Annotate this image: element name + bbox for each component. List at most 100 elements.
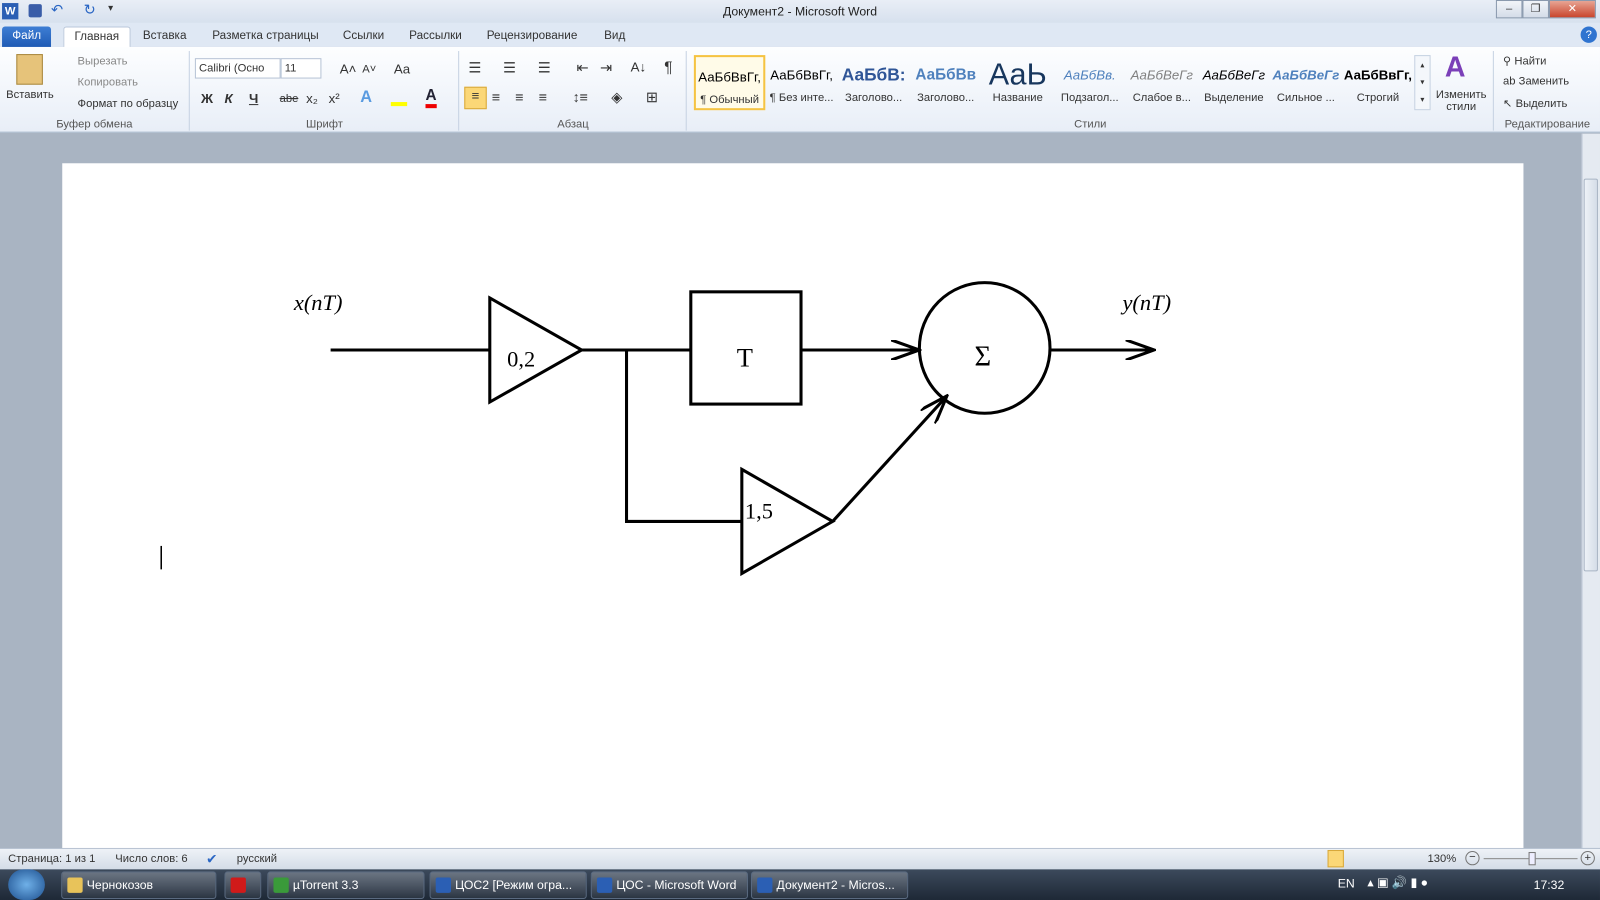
group-label: Буфер обмена (56, 118, 133, 131)
word-count[interactable]: Число слов: 6 (115, 853, 187, 865)
taskbar-item[interactable]: µTorrent 3.3 (267, 871, 425, 899)
align-right-button[interactable]: ≡ (515, 89, 523, 105)
style-name: ¶ Без инте... (769, 91, 834, 105)
select-button[interactable]: ↖ Выделить (1503, 97, 1567, 110)
taskbar-item[interactable]: ЦОС2 [Режим огра... (429, 871, 587, 899)
shrink-font-button[interactable]: A˅ (362, 63, 376, 75)
tab-view[interactable]: Вид (594, 27, 636, 47)
minimize-button[interactable]: – (1495, 0, 1523, 19)
replace-button[interactable]: ab Заменить (1503, 76, 1569, 88)
sum-label: Σ (974, 341, 991, 372)
cut-button[interactable]: Вырезать (78, 55, 128, 67)
style-item[interactable]: АаБбВвГг, ¶ Без инте... (766, 55, 837, 110)
increase-indent-icon[interactable]: ⇥ (600, 59, 612, 76)
style-item[interactable]: АаБбВ: Заголово... (838, 55, 909, 110)
language-indicator[interactable]: EN (1338, 877, 1355, 891)
tab-mailings[interactable]: Рассылки (399, 27, 472, 47)
help-icon[interactable]: ? (1580, 26, 1597, 43)
language[interactable]: русский (237, 853, 277, 865)
tab-review[interactable]: Рецензирование (477, 27, 588, 47)
format-painter-button[interactable]: Формат по образцу (78, 98, 179, 110)
sort-icon[interactable]: A↓ (631, 59, 646, 74)
branch-line (624, 349, 742, 523)
group-label: Стили (1074, 118, 1107, 131)
copy-button[interactable]: Копировать (78, 77, 138, 89)
style-item[interactable]: АаБбВвГг, ¶ Обычный (693, 55, 766, 111)
show-marks-button[interactable]: ¶ (664, 59, 672, 76)
font-group: Calibri (Осно 11 A˄ A˅ Aa Ж К Ч abe x₂ x… (191, 51, 460, 131)
print-layout-view-icon[interactable] (1327, 849, 1344, 868)
close-button[interactable]: ✕ (1548, 0, 1596, 19)
change-case-button[interactable]: Aa (394, 61, 410, 76)
grow-font-button[interactable]: A˄ (340, 61, 357, 76)
style-item[interactable]: АаБбВеГг Слабое в... (1126, 55, 1197, 110)
strikethrough-button[interactable]: abe (280, 93, 299, 105)
superscript-button[interactable]: x² (329, 91, 340, 106)
gain2-to-sum-arrow (831, 396, 947, 523)
tab-file[interactable]: Файл (2, 26, 52, 47)
styles-scroll[interactable]: ▴ ▾ ▾ (1414, 55, 1431, 111)
tab-references[interactable]: Ссылки (333, 27, 395, 47)
find-button[interactable]: ⚲ Найти (1503, 54, 1546, 67)
subscript-button[interactable]: x₂ (306, 91, 318, 106)
line-spacing-icon[interactable]: ↕≡ (572, 89, 587, 105)
zoom-slider-handle[interactable] (1528, 852, 1536, 866)
style-sample: АаБбВеГг (1272, 67, 1340, 83)
style-item[interactable]: АаБбВеГг Сильное ... (1270, 55, 1341, 110)
style-item[interactable]: АаБбВеГг Выделение (1198, 55, 1269, 110)
font-color-icon[interactable]: A (425, 87, 437, 109)
taskbar-item[interactable]: Чернокозов (61, 871, 217, 899)
underline-button[interactable]: Ч (249, 91, 258, 106)
tab-page-layout[interactable]: Разметка страницы (202, 27, 329, 47)
change-styles-icon[interactable]: A (1445, 51, 1466, 84)
style-sample: АаБбВеГг (1202, 67, 1266, 83)
multilevel-icon[interactable]: ☰ (538, 59, 551, 76)
borders-icon[interactable]: ⊞ (646, 89, 658, 106)
justify-button[interactable]: ≡ (539, 89, 547, 105)
align-left-button[interactable]: ≡ (464, 86, 487, 110)
clock[interactable]: 17:32 (1534, 878, 1565, 892)
style-item[interactable]: АаБбВвГг, Строгий (1342, 55, 1413, 110)
group-label: Редактирование (1504, 118, 1591, 131)
status-bar: Страница: 1 из 1 Число слов: 6 ✔ русский… (0, 847, 1600, 870)
text-effects-icon[interactable]: A (360, 89, 372, 107)
style-name: Заголово... (845, 91, 903, 105)
app-icon (435, 877, 452, 893)
font-size-combo[interactable]: 11 (280, 58, 322, 79)
taskbar-item[interactable]: ЦОС - Microsoft Word (590, 871, 748, 899)
decrease-indent-icon[interactable]: ⇤ (577, 59, 589, 76)
scrollbar-thumb[interactable] (1583, 178, 1598, 572)
style-item[interactable]: АаБбВв Заголово... (910, 55, 981, 110)
zoom-in-button[interactable]: + (1580, 851, 1595, 866)
style-name: Подзагол... (1060, 91, 1119, 105)
change-styles-button[interactable]: Изменить стили (1433, 89, 1490, 113)
taskbar-item[interactable] (224, 871, 262, 899)
zoom-level[interactable]: 130% (1428, 853, 1457, 865)
shading-icon[interactable]: ◈ (611, 89, 622, 106)
start-button[interactable] (8, 869, 45, 900)
align-center-button[interactable]: ≡ (492, 89, 500, 105)
italic-button[interactable]: К (224, 91, 232, 106)
proofing-icon[interactable]: ✔ (206, 851, 217, 867)
numbering-icon[interactable]: ☰ (503, 59, 516, 76)
taskbar-item-label: ЦОС - Microsoft Word (616, 877, 737, 892)
gain-triangle-1 (488, 295, 585, 405)
tab-home[interactable]: Главная (63, 26, 131, 47)
restore-button[interactable]: ❐ (1522, 0, 1549, 19)
app-icon (596, 877, 613, 893)
tab-insert[interactable]: Вставка (133, 27, 197, 47)
bold-button[interactable]: Ж (201, 91, 213, 106)
style-name: Название (992, 91, 1043, 105)
style-name: Сильное ... (1276, 91, 1335, 105)
document-page[interactable]: x(nT) y(nT) 0,2 T 1,5 Σ (62, 163, 1524, 858)
zoom-out-button[interactable]: − (1465, 851, 1480, 866)
taskbar-item[interactable]: Документ2 - Micros... (751, 871, 909, 899)
highlight-icon[interactable] (390, 92, 408, 107)
paste-button[interactable]: Вставить (6, 89, 54, 101)
bullets-icon[interactable]: ☰ (468, 59, 481, 76)
style-item[interactable]: АаБбВв. Подзагол... (1054, 55, 1125, 110)
page-count[interactable]: Страница: 1 из 1 (8, 853, 95, 865)
style-item[interactable]: АаЬ Название (982, 55, 1053, 110)
tray-icons[interactable]: ▴ ▣ 🔊 ▮ ● (1367, 876, 1428, 890)
font-name-combo[interactable]: Calibri (Осно (194, 58, 281, 79)
